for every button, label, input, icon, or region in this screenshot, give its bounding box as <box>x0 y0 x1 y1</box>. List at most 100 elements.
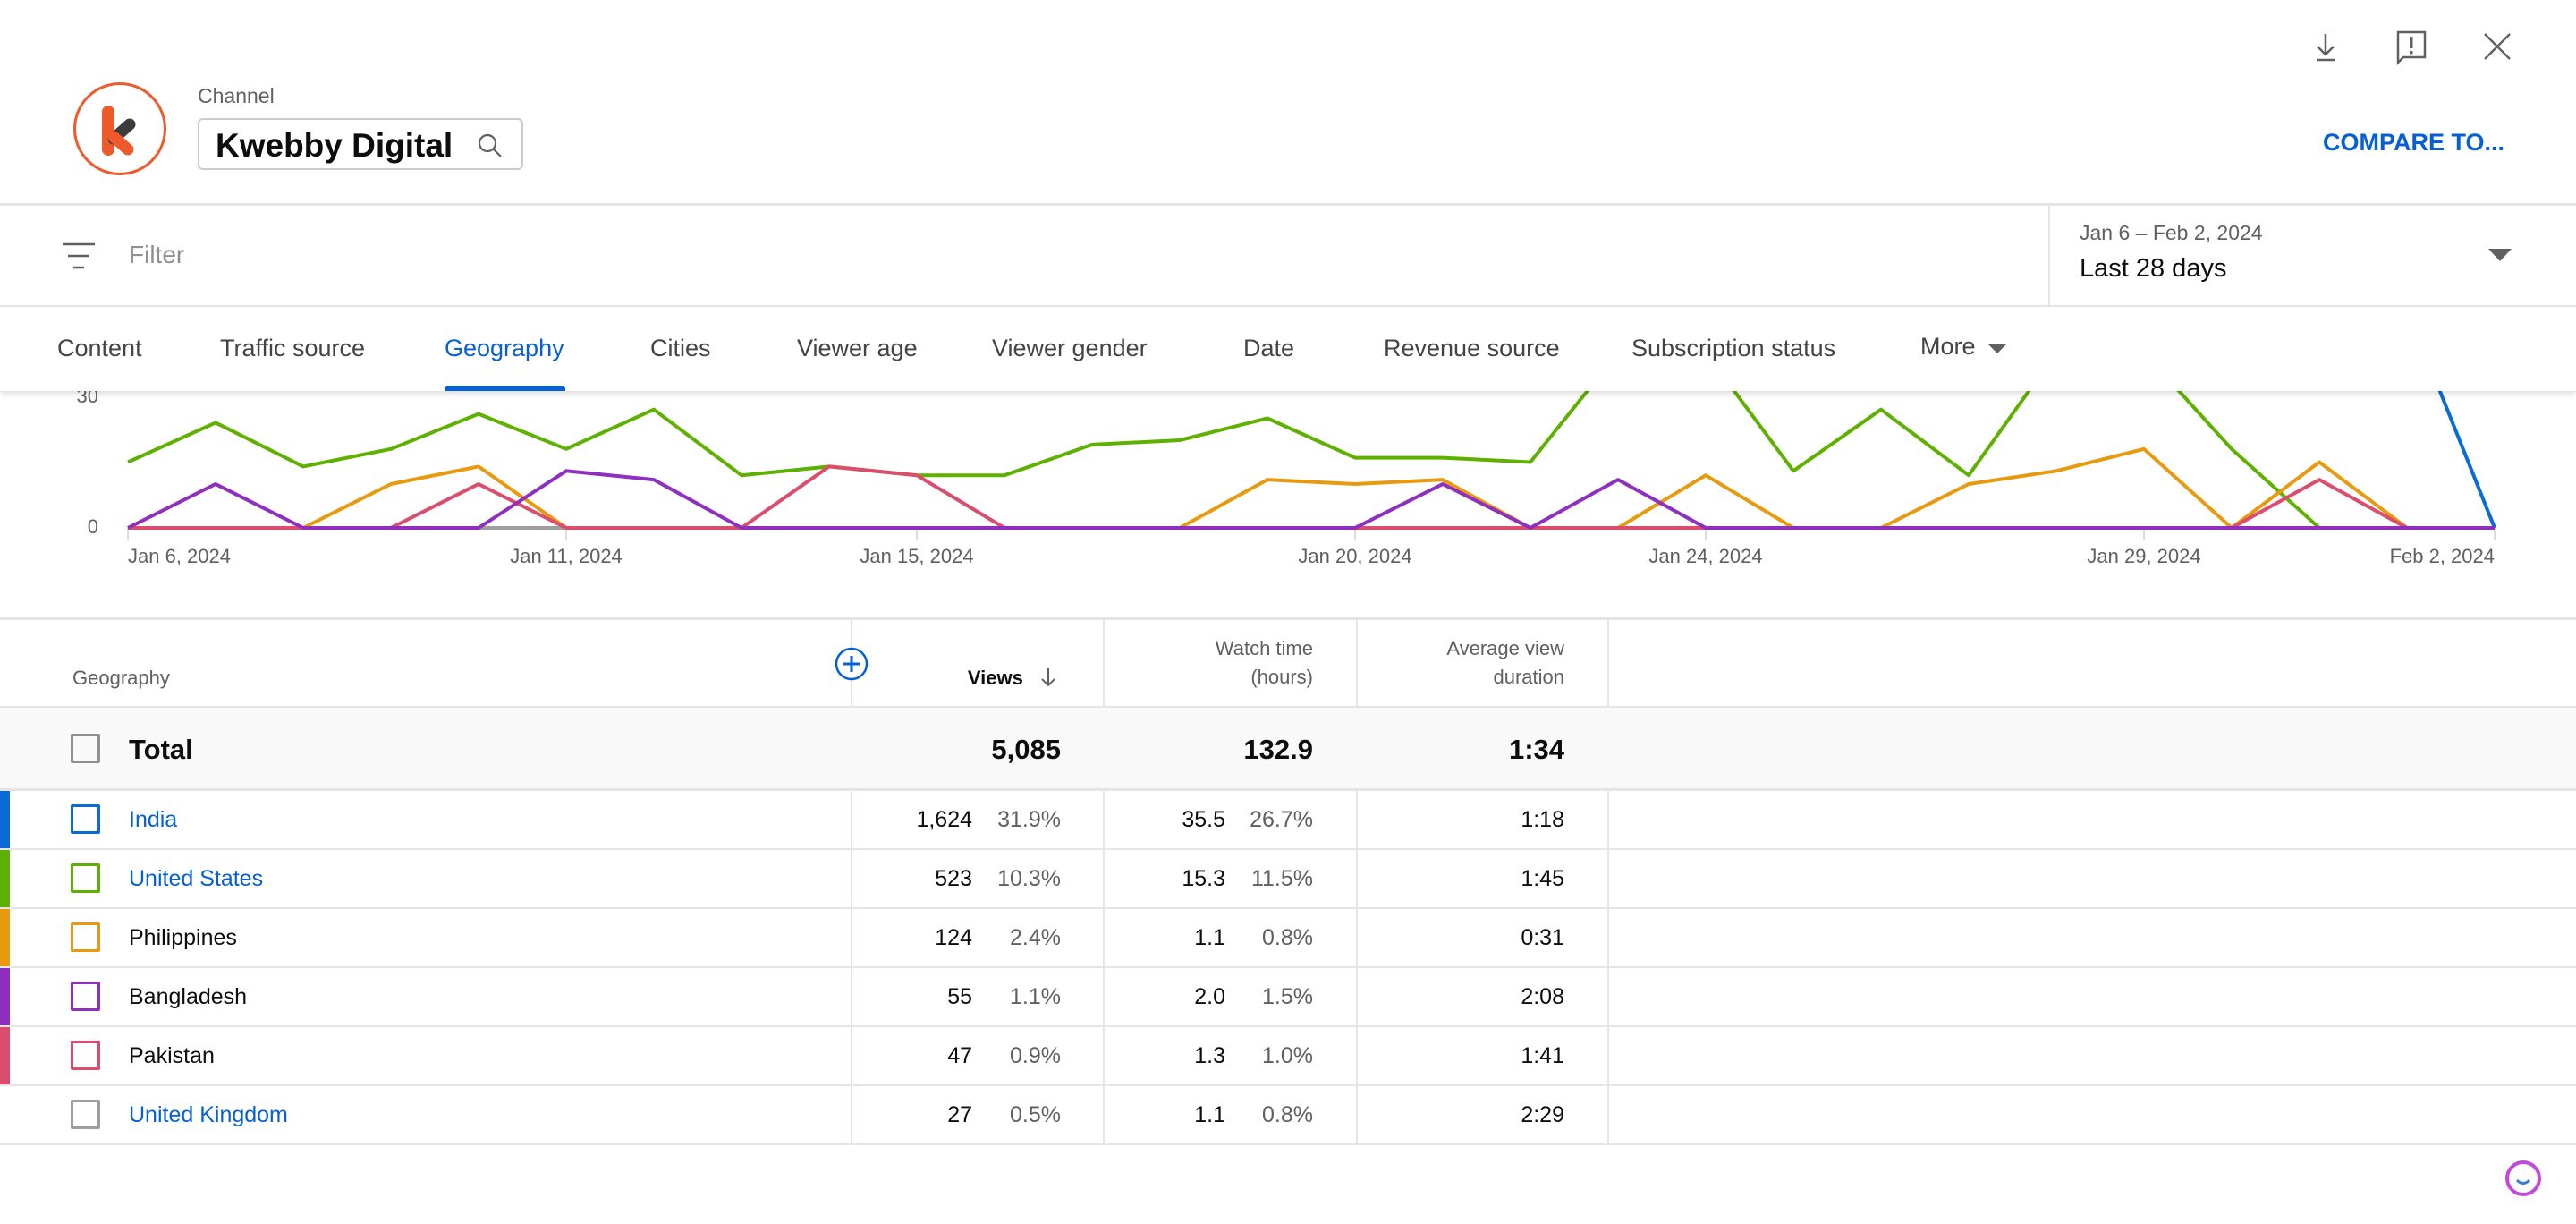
total-watch-time: 132.9 <box>1243 734 1313 765</box>
watch-time-value: 1.1 <box>1194 1102 1225 1127</box>
avg-duration-value: 2:08 <box>1521 984 1564 1009</box>
views-percent: 0.9% <box>1010 1043 1061 1068</box>
total-views: 5,085 <box>991 734 1061 765</box>
avg-duration-value: 0:31 <box>1521 925 1564 950</box>
dropdown-arrow-icon <box>2488 249 2512 261</box>
series-line-bangladesh[interactable] <box>127 469 2495 530</box>
x-tick-label: Jan 20, 2024 <box>1298 545 1412 567</box>
country-name: Pakistan <box>129 1043 215 1068</box>
series-line-united-states[interactable] <box>127 391 2495 530</box>
tab-traffic-source[interactable]: Traffic source <box>220 335 365 362</box>
total-avg-duration: 1:34 <box>1508 734 1564 765</box>
x-tick-label: Jan 24, 2024 <box>1648 545 1763 567</box>
views-percent: 1.1% <box>1010 984 1061 1009</box>
header-watch-line1: Watch time <box>1215 637 1313 659</box>
header-avg-line1: Average view <box>1446 637 1564 659</box>
channel-label: Channel <box>198 84 275 107</box>
series-line-philippines[interactable] <box>128 446 2495 530</box>
tab-viewer-age[interactable]: Viewer age <box>797 335 918 362</box>
header-avg-view-duration[interactable]: Average view duration <box>1446 634 1564 692</box>
feedback-icon[interactable] <box>2391 27 2430 66</box>
row-checkbox[interactable] <box>71 1041 100 1070</box>
tab-bar: Content Traffic source Geography Cities … <box>0 307 2576 391</box>
tab-content[interactable]: Content <box>57 335 142 362</box>
series-color-bar <box>0 968 10 1025</box>
series-line-india[interactable] <box>128 391 2496 529</box>
watch-time-percent: 0.8% <box>1262 925 1313 950</box>
watch-time-percent: 11.5% <box>1250 866 1313 891</box>
header-views[interactable]: Views <box>968 664 1057 693</box>
x-tick-label: Jan 29, 2024 <box>2087 545 2201 567</box>
date-range-picker[interactable]: Jan 6 – Feb 2, 2024 Last 28 days <box>2048 206 2576 306</box>
channel-search-box[interactable]: Kwebby Digital <box>198 118 523 170</box>
add-column-icon[interactable] <box>834 646 869 682</box>
compare-to-button[interactable]: COMPARE TO... <box>2323 129 2504 157</box>
watch-time-value: 1.1 <box>1194 925 1225 950</box>
tab-viewer-gender[interactable]: Viewer gender <box>992 335 1148 362</box>
tab-more[interactable]: More <box>1920 333 2008 361</box>
watch-time-percent: 0.8% <box>1262 1102 1313 1127</box>
kwebby-logo-icon <box>102 106 136 156</box>
views-value: 27 <box>947 1102 972 1127</box>
watch-time-value: 1.3 <box>1194 1043 1225 1068</box>
download-icon[interactable] <box>2306 27 2345 66</box>
total-label: Total <box>129 734 193 765</box>
table-row-india: India 1,624 31.9% 35.5 26.7% 1:18 <box>0 791 2576 850</box>
table-row-pakistan: Pakistan 47 0.9% 1.3 1.0% 1:41 <box>0 1027 2576 1086</box>
close-icon[interactable] <box>2478 27 2517 66</box>
views-value: 523 <box>935 866 972 891</box>
table-row-united-states: United States 523 10.3% 15.3 11.5% 1:45 <box>0 850 2576 909</box>
total-row: Total 5,085 132.9 1:34 <box>0 706 2576 791</box>
watch-time-percent: 1.5% <box>1262 984 1313 1009</box>
line-chart <box>127 391 2496 540</box>
channel-logo <box>73 82 166 175</box>
header-watch-line2: (hours) <box>1250 666 1313 688</box>
views-value: 47 <box>947 1043 972 1068</box>
series-color-bar <box>0 1027 10 1084</box>
avg-duration-value: 1:41 <box>1521 1043 1564 1068</box>
header-geography[interactable]: Geography <box>72 664 170 693</box>
filter-input[interactable]: Filter <box>129 241 2007 269</box>
divider <box>0 617 2576 620</box>
date-range-text: Jan 6 – Feb 2, 2024 <box>2080 221 2263 244</box>
tab-subscription-status[interactable]: Subscription status <box>1631 335 1835 362</box>
tab-more-label: More <box>1920 333 1976 360</box>
table-row-philippines: Philippines 124 2.4% 1.1 0.8% 0:31 <box>0 909 2576 968</box>
series-color-bar <box>0 850 10 907</box>
header-watch-time[interactable]: Watch time (hours) <box>1216 634 1313 692</box>
header-views-label: Views <box>967 667 1023 689</box>
assistant-icon[interactable] <box>2503 1158 2544 1199</box>
row-checkbox[interactable] <box>71 863 100 893</box>
search-icon[interactable] <box>477 132 504 159</box>
series-color-bar <box>0 791 10 848</box>
country-name: Bangladesh <box>129 984 248 1009</box>
country-name[interactable]: United Kingdom <box>129 1102 288 1128</box>
total-checkbox[interactable] <box>71 734 100 763</box>
tab-date[interactable]: Date <box>1243 335 1294 362</box>
views-percent: 10.3% <box>997 866 1061 891</box>
date-preset-text: Last 28 days <box>2080 254 2227 283</box>
row-checkbox[interactable] <box>71 922 100 952</box>
row-checkbox[interactable] <box>71 1100 100 1129</box>
row-checkbox[interactable] <box>71 804 100 834</box>
country-name[interactable]: United States <box>129 866 263 892</box>
tab-cities[interactable]: Cities <box>650 335 711 362</box>
tab-geography[interactable]: Geography <box>445 335 564 362</box>
active-tab-indicator <box>445 386 565 391</box>
views-percent: 2.4% <box>1010 925 1061 950</box>
views-value: 1,624 <box>916 807 972 832</box>
tab-revenue-source[interactable]: Revenue source <box>1384 335 1560 362</box>
watch-time-value: 35.5 <box>1182 807 1225 832</box>
country-name: Philippines <box>129 925 237 950</box>
series-line-pakistan[interactable] <box>128 464 2495 530</box>
views-percent: 0.5% <box>1010 1102 1061 1127</box>
row-checkbox[interactable] <box>71 982 100 1011</box>
watch-time-value: 15.3 <box>1182 866 1225 891</box>
chevron-down-icon <box>1987 344 2008 353</box>
x-tick-label: Jan 11, 2024 <box>510 545 623 567</box>
country-name[interactable]: India <box>129 807 177 833</box>
x-tick-label: Jan 6, 2024 <box>128 545 231 567</box>
watch-time-value: 2.0 <box>1194 984 1225 1009</box>
filter-icon[interactable] <box>61 240 97 272</box>
avg-duration-value: 2:29 <box>1521 1102 1564 1127</box>
